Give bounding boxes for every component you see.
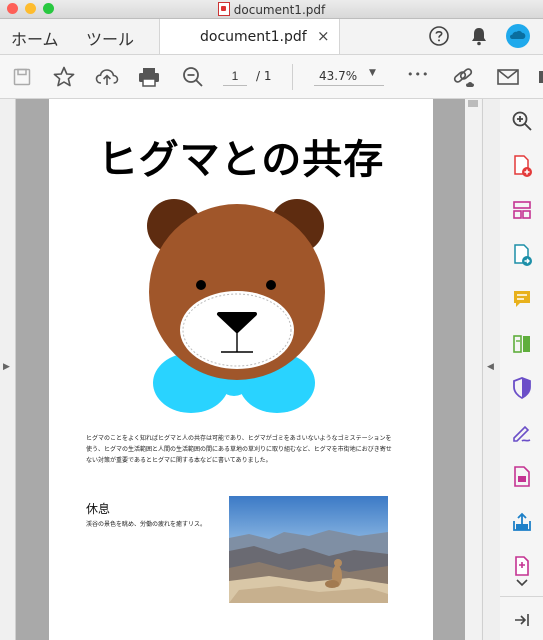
compare-icon: [513, 335, 530, 353]
help-icon[interactable]: [428, 25, 450, 47]
toolbar: / 1 43.7% ▼ •••: [0, 55, 543, 99]
section-title: 休息: [86, 502, 111, 516]
edit-pdf-icon: [514, 466, 530, 487]
tab-tools[interactable]: ツール: [86, 26, 134, 50]
comment-icon: [514, 291, 530, 307]
email-button[interactable]: [494, 55, 522, 98]
more-options-icon[interactable]: •••: [407, 68, 429, 81]
shield-icon: [513, 377, 531, 400]
save-button[interactable]: [9, 55, 35, 98]
create-pdf-button[interactable]: [508, 153, 536, 179]
right-panel-toggle[interactable]: ◀: [482, 99, 501, 640]
bear-illustration: [147, 199, 325, 413]
tab-home[interactable]: ホーム: [11, 26, 59, 50]
tab-close-icon[interactable]: ×: [317, 27, 330, 45]
left-panel-toggle[interactable]: ▶: [0, 99, 16, 640]
pdf-file-icon: [217, 2, 230, 16]
save-icon: [13, 68, 31, 85]
page-number-input[interactable]: [223, 67, 247, 86]
protect-button[interactable]: [508, 375, 536, 401]
window-title: document1.pdf: [0, 2, 543, 17]
compare-button[interactable]: [508, 331, 536, 357]
page-total-label: / 1: [256, 69, 272, 83]
overflow-icon: [539, 70, 543, 83]
create-pdf-icon: [514, 155, 532, 177]
tab-document-label: document1.pdf: [200, 29, 307, 45]
cloud-upload-icon: [95, 68, 119, 85]
export-pdf-icon: [514, 244, 532, 266]
zoom-level-value: 43.7%: [319, 69, 358, 83]
zoom-out-icon: [183, 66, 203, 87]
comment-button[interactable]: [508, 286, 536, 312]
share-link-button[interactable]: [450, 55, 478, 98]
fill-sign-button[interactable]: [508, 420, 536, 446]
document-body-text: ヒグマのことをよく知ればヒグマと人の共存は可能であり、ヒグマがゴミをあさいないよ…: [86, 435, 392, 464]
upload-cloud-button[interactable]: [93, 55, 121, 98]
edit-pdf-button[interactable]: [508, 464, 536, 490]
title-bar: document1.pdf: [0, 0, 543, 19]
toolbar-divider: [292, 64, 293, 90]
printer-icon: [139, 67, 159, 87]
section-caption: 渓谷の景色を眺め、労働の疲れを癒すリス。: [86, 521, 207, 528]
search-zoom-icon: [512, 111, 532, 131]
tab-document[interactable]: document1.pdf ×: [159, 19, 340, 54]
organize-pages-icon: [513, 201, 531, 219]
pdf-page: ヒグマとの共存 ヒグマのことをよく知ればヒグマと人の共存は可能であり、ヒグマがゴ…: [49, 99, 433, 640]
organize-pages-button[interactable]: [508, 197, 536, 223]
link-icon: [453, 67, 474, 87]
bookmark-button[interactable]: [50, 55, 78, 98]
collapse-panel-button[interactable]: [508, 607, 536, 633]
scroll-down-icon: [516, 579, 528, 587]
notifications-bell-icon[interactable]: [469, 25, 489, 47]
search-zoom-button[interactable]: [508, 108, 536, 134]
share-button[interactable]: [508, 509, 536, 535]
collapse-panel-icon: [515, 614, 529, 626]
export-pdf-button[interactable]: [508, 242, 536, 268]
star-icon: [53, 66, 75, 86]
fill-sign-icon: [513, 425, 531, 442]
share-icon: [513, 512, 531, 531]
envelope-icon: [497, 68, 519, 85]
chevron-down-icon: ▼: [369, 68, 376, 78]
document-heading: ヒグマとの共存: [97, 137, 385, 183]
window-title-text: document1.pdf: [233, 3, 326, 17]
print-button[interactable]: [135, 55, 163, 98]
account-avatar-icon[interactable]: [505, 23, 531, 49]
scrollbar-thumb[interactable]: [468, 100, 478, 107]
more-tools-toolbar-button[interactable]: [536, 55, 543, 98]
expand-left-icon: ▶: [3, 362, 10, 372]
scroll-down-button[interactable]: [508, 574, 536, 592]
tab-bar: ホーム ツール document1.pdf ×: [0, 19, 543, 55]
canyon-squirrel-photo: [229, 496, 388, 603]
panel-divider: [500, 596, 543, 597]
zoom-select[interactable]: 43.7% ▼: [314, 67, 384, 86]
zoom-out-button[interactable]: [179, 55, 207, 98]
collapse-right-icon: ◀: [487, 362, 494, 372]
vertical-scrollbar[interactable]: [465, 99, 481, 640]
